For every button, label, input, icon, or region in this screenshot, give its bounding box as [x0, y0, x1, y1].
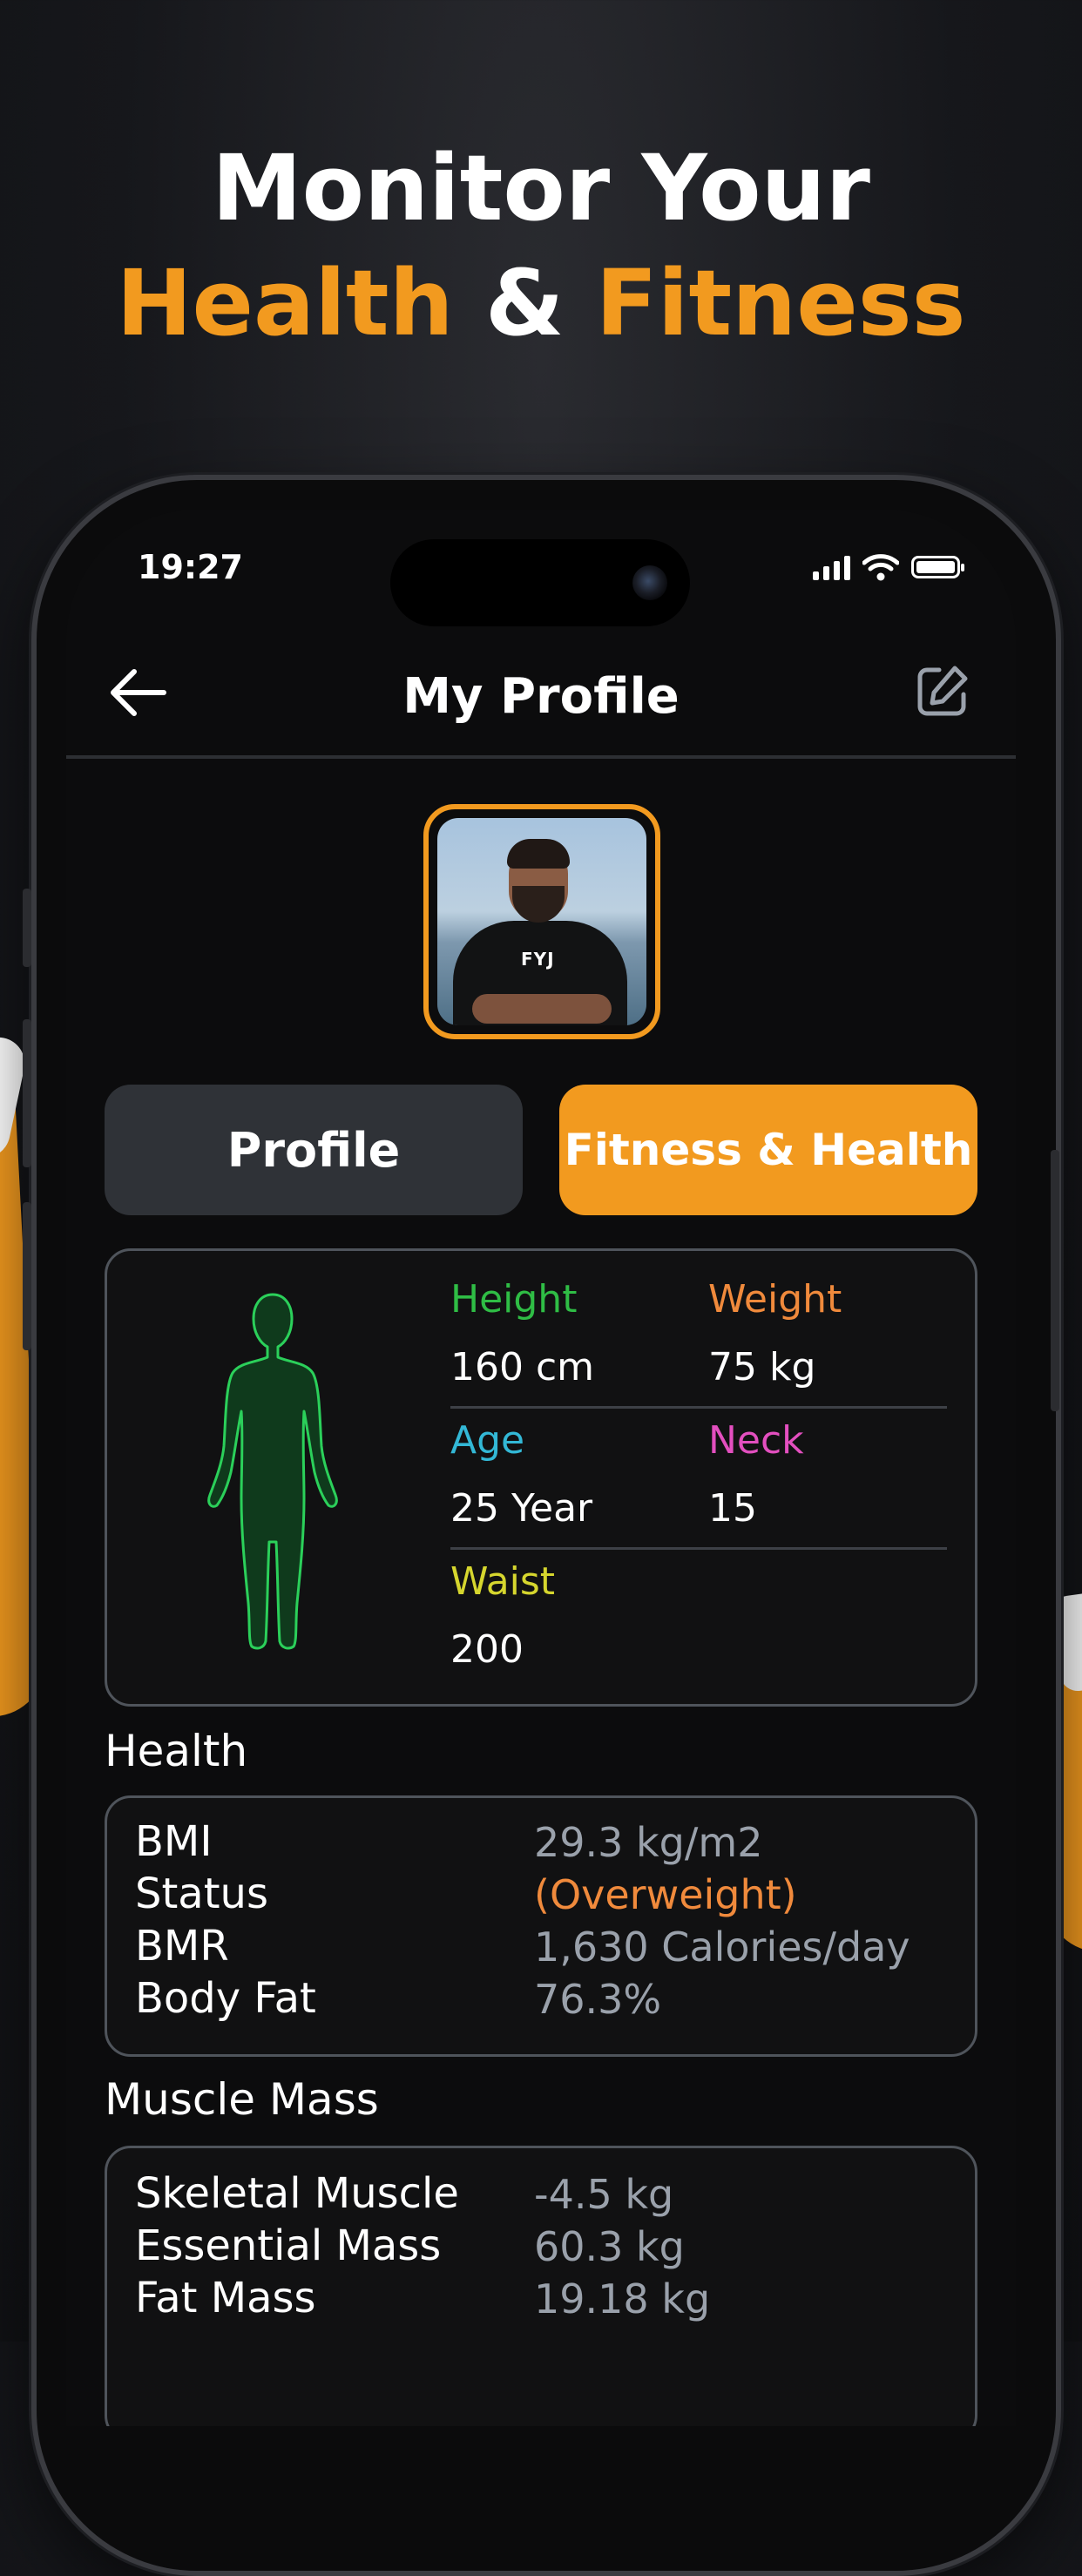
height-value: 160 cm: [450, 1345, 595, 1389]
cellular-signal-icon: [813, 554, 850, 580]
essential-mass-label: Essential Mass: [135, 2221, 442, 2270]
tab-profile[interactable]: Profile: [105, 1085, 523, 1215]
avatar-shirt-logo: FYJ: [521, 949, 555, 970]
navigation-bar: My Profile: [66, 640, 1016, 745]
bmi-value: 29.3 kg/m2: [534, 1819, 763, 1866]
fat-mass-value: 19.18 kg: [534, 2275, 711, 2322]
fat-mass-label: Fat Mass: [135, 2274, 316, 2322]
weight-value: 75 kg: [708, 1345, 816, 1389]
camera-icon: [632, 565, 667, 600]
essential-mass-value: 60.3 kg: [534, 2223, 685, 2270]
status-icons: [813, 551, 964, 583]
bmi-label: BMI: [135, 1817, 213, 1866]
human-body-icon: [207, 1293, 338, 1650]
headline-fitness: Fitness: [595, 250, 966, 356]
health-card: BMI 29.3 kg/m2 Status (Overweight) BMR 1…: [105, 1795, 977, 2057]
tab-fitness-health[interactable]: Fitness & Health: [559, 1085, 977, 1215]
age-label: Age: [450, 1418, 525, 1463]
headline-line-1: Monitor Your: [212, 135, 870, 241]
phone-mute-switch: [23, 889, 31, 967]
avatar[interactable]: FYJ: [423, 804, 660, 1039]
nav-divider: [66, 755, 1016, 759]
status-value: (Overweight): [534, 1871, 797, 1918]
headline-health: Health: [116, 250, 454, 356]
weight-label: Weight: [708, 1277, 842, 1322]
phone-volume-down: [23, 1202, 31, 1350]
avatar-photo: FYJ: [437, 818, 646, 1025]
headline-line-2: Health & Fitness: [0, 246, 1082, 361]
body-fat-value: 76.3%: [534, 1976, 662, 2023]
phone-power-button: [1051, 1150, 1059, 1411]
neck-label: Neck: [708, 1418, 804, 1463]
body-fat-label: Body Fat: [135, 1974, 316, 2023]
edit-square-icon[interactable]: [913, 663, 970, 720]
body-stats-card: Height 160 cm Weight 75 kg Age 25 Year N…: [105, 1248, 977, 1707]
muscle-mass-card: Skeletal Muscle -4.5 kg Essential Mass 6…: [105, 2146, 977, 2426]
age-value: 25 Year: [450, 1486, 593, 1531]
battery-icon: [911, 556, 964, 578]
skeletal-muscle-label: Skeletal Muscle: [135, 2169, 459, 2218]
stats-row-divider: [450, 1547, 947, 1550]
waist-label: Waist: [450, 1559, 556, 1604]
height-label: Height: [450, 1277, 578, 1322]
skeletal-muscle-value: -4.5 kg: [534, 2171, 674, 2218]
bmr-label: BMR: [135, 1922, 229, 1971]
health-section-title: Health: [105, 1726, 248, 1776]
phone-volume-up: [23, 1019, 31, 1167]
wifi-icon: [862, 554, 899, 581]
page-title: My Profile: [402, 668, 680, 725]
bmr-value: 1,630 Calories/day: [534, 1924, 910, 1971]
phone-screen: 19:27 My Profile FYJ Profile Fitness & H…: [66, 510, 1016, 2426]
status-label: Status: [135, 1869, 268, 1918]
status-time: 19:27: [138, 548, 243, 586]
stats-row-divider: [450, 1406, 947, 1409]
dynamic-island: [390, 539, 690, 626]
headline-amp: &: [484, 250, 565, 356]
neck-value: 15: [708, 1486, 757, 1531]
promo-headline: Monitor Your Health & Fitness: [0, 131, 1082, 361]
waist-value: 200: [450, 1627, 524, 1672]
muscle-section-title: Muscle Mass: [105, 2074, 379, 2125]
